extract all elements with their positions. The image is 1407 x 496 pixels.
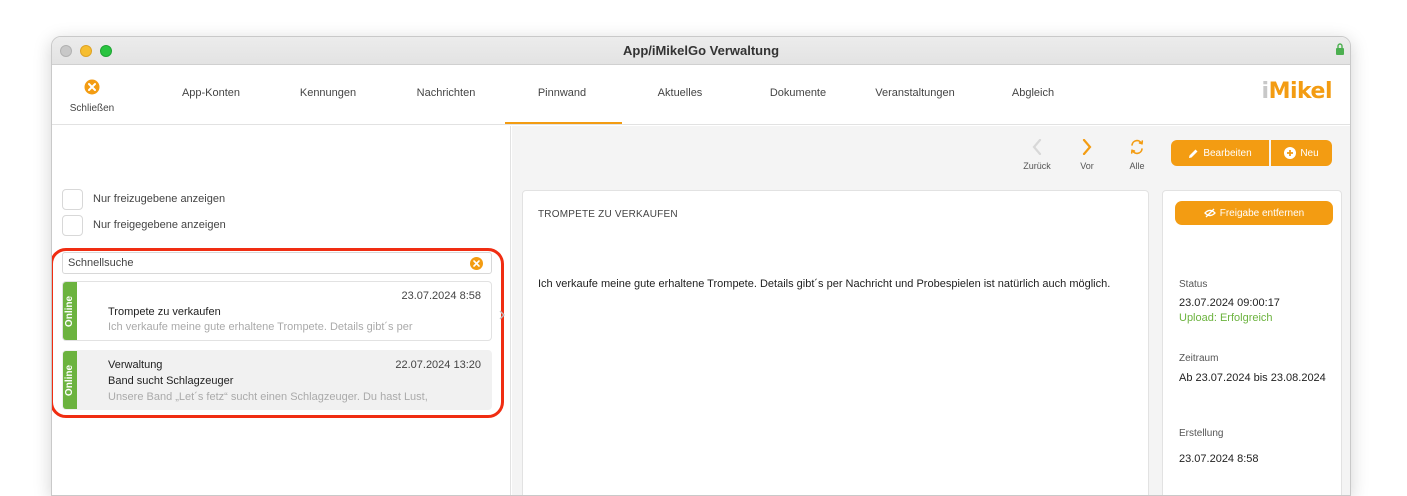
created-value: 23.07.2024 8:58 (1179, 453, 1259, 465)
close-button-label: Schließen (69, 103, 115, 114)
meta-card: Freigabe entfernen Status 23.07.2024 09:… (1162, 190, 1342, 495)
filter-released-row[interactable]: Nur freigegebene anzeigen (62, 214, 226, 236)
detail-title: TROMPETE ZU VERKAUFEN (538, 209, 678, 220)
forward-button[interactable]: Vor (1067, 139, 1107, 171)
item-preview: Unsere Band „Let´s fetz“ sucht einen Sch… (108, 391, 428, 403)
item-date: 22.07.2024 13:20 (395, 359, 481, 371)
app-window: App/iMikelGo Verwaltung Schließen App-Ko… (51, 36, 1351, 496)
remove-release-label: Freigabe entfernen (1219, 207, 1305, 219)
filter-to-release-row[interactable]: Nur freizugebene anzeigen (62, 188, 226, 210)
main-toolbar: Schließen App-Konten Kennungen Nachricht… (52, 65, 1350, 125)
all-button[interactable]: Alle (1117, 139, 1157, 171)
close-circle-icon (84, 79, 100, 95)
chevron-right-icon (1082, 139, 1092, 155)
pencil-icon (1189, 149, 1198, 158)
search-input[interactable] (63, 253, 463, 273)
filter-released-label: Nur freigegebene anzeigen (93, 219, 226, 231)
edit-button[interactable]: Bearbeiten (1171, 140, 1269, 166)
active-tab-indicator (505, 122, 622, 124)
tab-nachrichten[interactable]: Nachrichten (412, 87, 480, 99)
chevron-left-icon (1032, 139, 1042, 155)
eye-slash-icon (1203, 208, 1216, 218)
tab-abgleich[interactable]: Abgleich (1002, 87, 1064, 99)
remove-release-button[interactable]: Freigabe entfernen (1175, 201, 1333, 225)
close-button[interactable]: Schließen (62, 79, 122, 116)
refresh-icon (1130, 139, 1144, 155)
list-pane: Nur freizugebene anzeigen Nur freigegebe… (52, 126, 511, 495)
lock-icon (1336, 43, 1344, 55)
back-button[interactable]: Zurück (1017, 139, 1057, 171)
created-label: Erstellung (1179, 428, 1224, 439)
filter-released-checkbox[interactable] (62, 214, 83, 236)
detail-card: TROMPETE ZU VERKAUFEN Ich verkaufe meine… (522, 190, 1149, 495)
upload-status: Upload: Erfolgreich (1179, 312, 1273, 324)
new-label: Neu (1300, 147, 1319, 159)
all-label: Alle (1129, 161, 1145, 171)
detail-pane: Zurück Vor Alle Bearbeiten Neu TROMPETE … (512, 126, 1350, 495)
list-item[interactable]: Online 23.07.2024 8:58 Trompete zu verka… (62, 281, 492, 341)
period-label: Zeitraum (1179, 353, 1219, 364)
item-preview: Ich verkaufe meine gute erhaltene Trompe… (108, 321, 413, 333)
tab-aktuelles[interactable]: Aktuelles (650, 87, 710, 99)
status-value: 23.07.2024 09:00:17 (1179, 297, 1280, 309)
tab-kennungen[interactable]: Kennungen (298, 87, 358, 99)
period-value: Ab 23.07.2024 bis 23.08.2024 (1179, 372, 1326, 384)
tab-dokumente[interactable]: Dokumente (762, 87, 834, 99)
plus-circle-icon (1284, 147, 1297, 159)
status-label: Status (1179, 279, 1208, 290)
quick-search[interactable] (62, 252, 492, 274)
item-title: Band sucht Schlagzeuger (108, 375, 234, 387)
back-label: Zurück (1023, 161, 1051, 171)
title-bar: App/iMikelGo Verwaltung (52, 37, 1350, 65)
online-status-badge: Online (63, 282, 77, 340)
imikel-logo: iMikel (1261, 79, 1333, 104)
clear-search-icon[interactable] (470, 257, 483, 270)
tab-veranstaltungen[interactable]: Veranstaltungen (867, 87, 963, 99)
item-category: Verwaltung (108, 359, 163, 371)
tab-app-konten[interactable]: App-Konten (181, 87, 241, 99)
forward-label: Vor (1080, 161, 1094, 171)
list-item[interactable]: Online 22.07.2024 13:20 Verwaltung Band … (62, 350, 492, 410)
item-title: Trompete zu verkaufen (108, 306, 221, 318)
online-status-badge: Online (63, 351, 77, 409)
filter-to-release-checkbox[interactable] (62, 188, 83, 210)
window-title: App/iMikelGo Verwaltung (622, 43, 780, 58)
edit-label: Bearbeiten (1203, 147, 1252, 159)
new-button[interactable]: Neu (1271, 140, 1332, 166)
detail-body: Ich verkaufe meine gute erhaltene Trompe… (538, 278, 1111, 290)
item-date: 23.07.2024 8:58 (401, 290, 481, 302)
filter-to-release-label: Nur freizugebene anzeigen (93, 193, 226, 205)
tab-pinnwand[interactable]: Pinnwand (532, 87, 592, 99)
pane-collapse-chevron-icon[interactable] (499, 310, 505, 320)
